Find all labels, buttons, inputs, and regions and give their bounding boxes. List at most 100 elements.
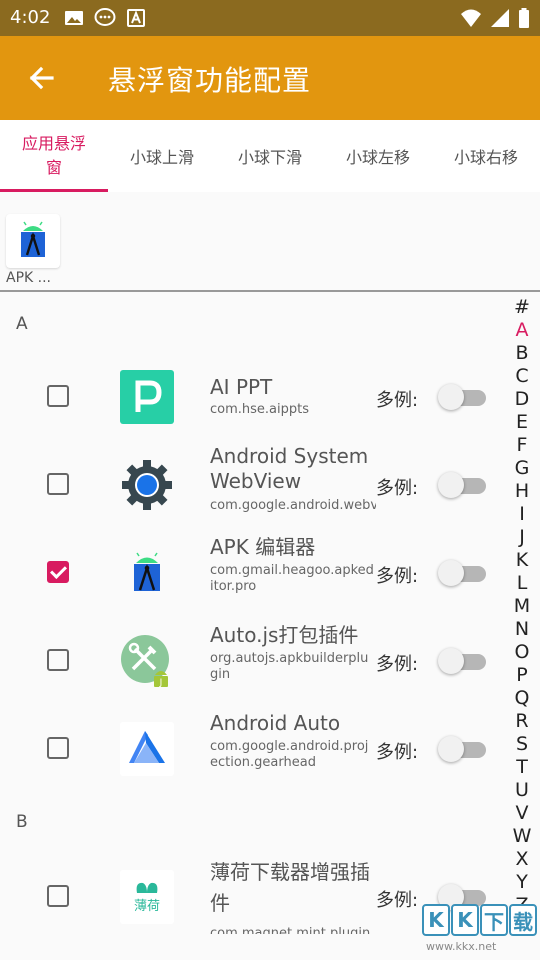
index-letter[interactable]: M: [508, 595, 536, 618]
section-header-b: B: [16, 812, 28, 832]
index-letter[interactable]: D: [508, 388, 536, 411]
tab-label: 小球上滑: [129, 148, 194, 167]
index-letter[interactable]: X: [508, 848, 536, 871]
multi-instance-switch[interactable]: [438, 560, 488, 586]
app-package: com.google.android.webvi: [210, 498, 376, 513]
multi-instance-switch[interactable]: [438, 472, 488, 498]
apk-editor-icon: [119, 545, 175, 601]
list-item[interactable]: Android System WebView com.google.androi…: [0, 440, 505, 528]
selected-app-item[interactable]: APK ...: [6, 214, 62, 286]
index-letter[interactable]: I: [508, 503, 536, 526]
selected-apps-strip: APK ...: [0, 192, 540, 290]
app-package: com.hse.aippts: [210, 402, 309, 417]
tab-label: 小球左移: [345, 148, 410, 167]
app-package: com.google.android.projection.gearhead: [210, 739, 369, 770]
multi-instance-label: 多例:: [376, 890, 419, 911]
index-letter[interactable]: G: [508, 457, 536, 480]
apk-editor-icon: [6, 214, 60, 268]
multi-instance-label: 多例:: [376, 742, 419, 763]
app-checkbox[interactable]: [47, 473, 69, 495]
image-icon: [64, 8, 84, 32]
app-checkbox-checked[interactable]: [47, 561, 69, 583]
index-letter[interactable]: Y: [508, 871, 536, 894]
tab-ball-move-right[interactable]: 小球右移: [432, 120, 540, 192]
index-letter[interactable]: P: [508, 664, 536, 687]
multi-instance-label: 多例:: [376, 654, 419, 675]
arrow-back-icon[interactable]: [24, 60, 60, 96]
app-checkbox[interactable]: [47, 385, 69, 407]
app-name: Android System WebView: [210, 444, 369, 493]
multi-instance-label: 多例:: [376, 566, 419, 587]
multi-instance-switch[interactable]: [438, 648, 488, 674]
message-icon: [94, 8, 116, 32]
multi-instance-switch[interactable]: [438, 736, 488, 762]
index-letter[interactable]: B: [508, 342, 536, 365]
battery-icon: [518, 8, 530, 32]
app-list[interactable]: A AI PPT com.hse.aippts 多例: Android Syst…: [0, 292, 505, 960]
app-checkbox[interactable]: [47, 737, 69, 759]
app-name: AI PPT: [210, 375, 273, 399]
app-name: Android Auto: [210, 711, 341, 735]
list-item[interactable]: J Auto.js打包插件 org.autojs.apkbuilderplugi…: [0, 616, 505, 704]
app-package: com.magnet.mint.pluginx: [210, 926, 371, 934]
alphabet-index[interactable]: #ABCDEFGHIJKLMNOPQRSTUVWXYZ: [508, 296, 536, 917]
index-letter[interactable]: T: [508, 756, 536, 779]
svg-text:J: J: [159, 678, 163, 688]
index-letter[interactable]: U: [508, 779, 536, 802]
mint-icon: 薄荷: [119, 869, 175, 925]
tab-ball-swipe-up[interactable]: 小球上滑: [108, 120, 216, 192]
multi-instance-label: 多例:: [376, 478, 419, 499]
index-letter[interactable]: H: [508, 480, 536, 503]
index-letter[interactable]: N: [508, 618, 536, 641]
tab-ball-move-left[interactable]: 小球左移: [324, 120, 432, 192]
app-name: Auto.js打包插件: [210, 623, 359, 647]
index-letter[interactable]: #: [508, 296, 536, 319]
index-letter[interactable]: A: [508, 319, 536, 342]
app-checkbox[interactable]: [47, 885, 69, 907]
index-letter[interactable]: J: [508, 526, 536, 549]
index-letter[interactable]: Q: [508, 687, 536, 710]
app-name: 薄荷下载器增强插件: [210, 860, 370, 915]
watermark-url: www.kkx.net: [426, 940, 497, 953]
list-item[interactable]: APK 编辑器 com.gmail.heagoo.apkeditor.pro 多…: [0, 528, 505, 616]
app-bar: 悬浮窗功能配置: [0, 36, 540, 120]
index-letter[interactable]: S: [508, 733, 536, 756]
selected-app-label: APK ...: [6, 270, 52, 286]
status-time: 4:02: [10, 7, 51, 28]
aippt-icon: [119, 369, 175, 425]
index-letter[interactable]: K: [508, 549, 536, 572]
index-letter[interactable]: W: [508, 825, 536, 848]
tab-label: 应用悬浮窗: [21, 134, 86, 177]
index-letter[interactable]: E: [508, 411, 536, 434]
list-item[interactable]: AI PPT com.hse.aippts 多例:: [0, 352, 505, 440]
index-letter[interactable]: R: [508, 710, 536, 733]
watermark-letter: K: [422, 904, 450, 936]
index-letter[interactable]: O: [508, 641, 536, 664]
tab-label: 小球右移: [453, 148, 518, 167]
app-package: com.gmail.heagoo.apkeditor.pro: [210, 563, 374, 594]
multi-instance-label: 多例:: [376, 390, 419, 411]
tab-label: 小球下滑: [237, 148, 302, 167]
watermark-letter: K: [451, 904, 479, 936]
app-checkbox[interactable]: [47, 649, 69, 671]
android-auto-icon: [119, 721, 175, 777]
app-name: APK 编辑器: [210, 535, 316, 559]
tab-ball-swipe-down[interactable]: 小球下滑: [216, 120, 324, 192]
multi-instance-switch[interactable]: [438, 384, 488, 410]
tab-app-floating-window[interactable]: 应用悬浮窗: [0, 120, 108, 192]
wifi-icon: [460, 8, 482, 32]
webview-gear-icon: [119, 457, 175, 513]
list-item[interactable]: Android Auto com.google.android.projecti…: [0, 704, 505, 792]
page-title: 悬浮窗功能配置: [108, 64, 312, 97]
index-letter[interactable]: V: [508, 802, 536, 825]
app-package: org.autojs.apkbuilderplugin: [210, 651, 369, 682]
section-header-a: A: [16, 314, 28, 334]
a-icon: [126, 8, 146, 32]
tab-bar: 应用悬浮窗 小球上滑 小球下滑 小球左移 小球右移: [0, 120, 540, 192]
signal-icon: [490, 8, 510, 32]
watermark-letter: 下: [480, 904, 508, 936]
index-letter[interactable]: C: [508, 365, 536, 388]
mint-icon-text: 薄荷: [134, 899, 160, 914]
index-letter[interactable]: F: [508, 434, 536, 457]
index-letter[interactable]: L: [508, 572, 536, 595]
